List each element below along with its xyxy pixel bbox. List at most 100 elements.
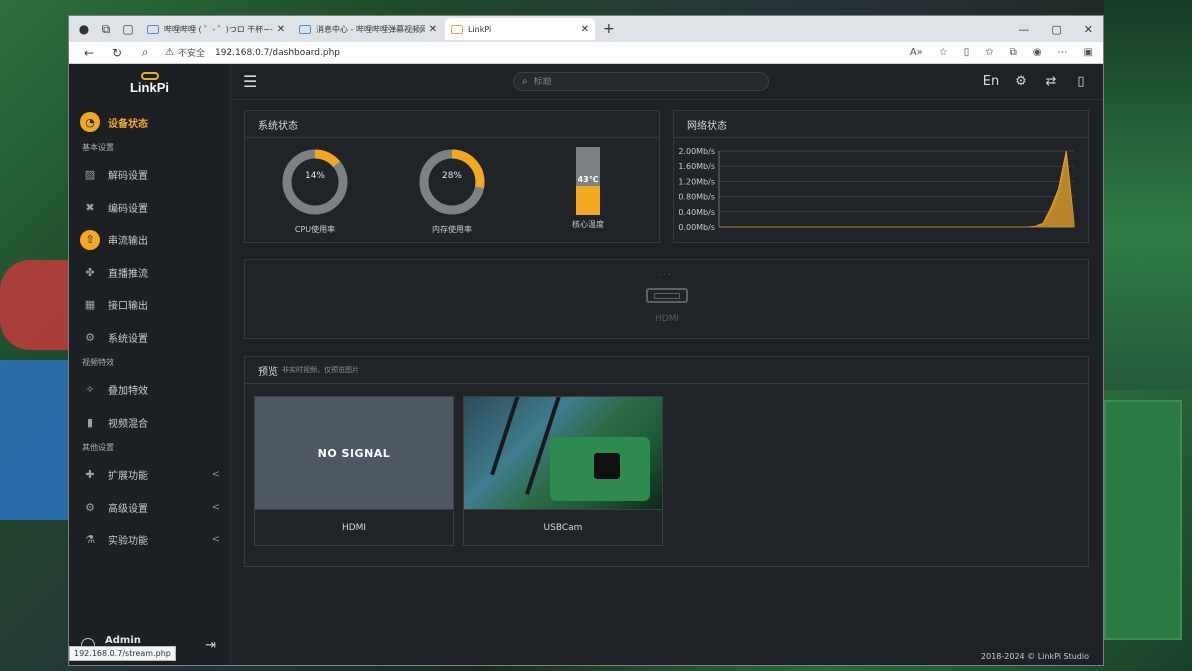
nav-group-title: 视频特效 — [82, 358, 114, 367]
sidebar-item-experimental[interactable]: ⚗ 实验功能 < — [69, 524, 230, 557]
browser-toolbar: A» ☆ ▯ ✩ ⧉ ◉ ⋯ ▣ — [910, 47, 1097, 58]
preview-thumb-hdmi[interactable]: NO SIGNAL HDMI — [254, 396, 454, 546]
language-button[interactable]: En — [981, 74, 1001, 89]
desktop-blue-object — [0, 360, 70, 520]
browser-tab-linkpi[interactable]: LinkPi ✕ — [445, 18, 595, 40]
close-tab-icon[interactable]: ✕ — [581, 24, 589, 35]
close-tab-icon[interactable]: ✕ — [277, 24, 285, 35]
puzzle-icon: ✚ — [85, 468, 95, 482]
search-box: ⌕ — [513, 72, 769, 91]
system-status-card: 系统状态 14% CPU使用率 28% 内存使用率 43℃ 核心温度 — [244, 110, 660, 243]
flask-icon: ⚗ — [85, 533, 95, 547]
image-icon: ▨ — [84, 168, 96, 182]
minimize-icon[interactable]: — — [1018, 23, 1029, 36]
warning-icon[interactable]: ⚠ — [165, 47, 174, 58]
window-controls: — ▢ ✕ — [1018, 23, 1103, 36]
chevron-left-icon: < — [211, 469, 220, 481]
hdmi-input-panel: ... HDMI — [244, 259, 1089, 339]
sidebar-item-device-status[interactable]: ◔ 设备状态 — [69, 106, 230, 139]
sidebar-item-interface-output[interactable]: ▦ 接口输出 — [69, 289, 230, 322]
upload-icon: ⇧ — [80, 229, 100, 250]
collections-icon[interactable]: ⧉ — [1010, 47, 1017, 58]
gauge-icon: ◔ — [80, 112, 100, 133]
refresh-icon[interactable]: ↻ — [103, 46, 131, 60]
browser-window: ● ⧉ ▢ 哔哩哔哩 ( ゜- ゜)つロ 干杯~-bilibili ✕ 消息中心… — [68, 15, 1104, 666]
sidebar-item-system-settings[interactable]: ⚙ 系统设置 — [69, 321, 230, 354]
sidebar-item-overlay-effects[interactable]: ✧ 叠加特效 — [69, 374, 230, 407]
gear-cross-icon: ✖ — [85, 200, 95, 214]
read-aloud-icon[interactable]: A» — [910, 47, 923, 58]
desktop-circuit-board — [1104, 400, 1182, 640]
usbcam-preview-image — [464, 397, 662, 509]
temperature-value: 43℃ — [577, 175, 599, 184]
logout-icon[interactable]: ⇥ — [205, 638, 216, 653]
sidebar-item-video-mix[interactable]: ▮ 视频混合 — [69, 406, 230, 439]
browser-tab-messages[interactable]: 消息中心 - 哔哩哔哩弹幕视频网 ✕ — [293, 18, 443, 40]
linkpi-favicon-icon — [451, 24, 463, 34]
chip-icon: ▦ — [84, 298, 96, 312]
preview-thumb-usbcam[interactable]: USBCam — [463, 396, 663, 546]
browser-profile-icon[interactable]: ● — [73, 18, 95, 40]
favorite-star-icon[interactable]: ☆ — [939, 47, 948, 58]
network-status-card: 网络状态 2.00Mb/s 1.60Mb/s 1.20Mb/s 0.80Mb/s 0.4… — [673, 110, 1089, 243]
url-field[interactable]: 192.168.0.7/dashboard.php — [215, 48, 340, 58]
linkpi-logo[interactable]: LinkPi — [69, 64, 230, 98]
workspaces-icon[interactable]: ⧉ — [95, 18, 117, 40]
browser-tab-bilibili[interactable]: 哔哩哔哩 ( ゜- ゜)つロ 干杯~-bilibili ✕ — [141, 18, 291, 40]
net-series-area-0 — [719, 150, 1075, 228]
more-menu-icon[interactable]: ⋯ — [1058, 47, 1068, 58]
close-tab-icon[interactable]: ✕ — [429, 24, 437, 35]
preview-title: 预览 非实时视频，仅预览图片 — [245, 357, 1088, 384]
fan-icon: ✤ — [85, 265, 95, 279]
sidebar-item-decode[interactable]: ▨ 解码设置 — [69, 159, 230, 192]
memory-ring — [419, 149, 485, 215]
net-y-tick-label: 1.20Mb/s — [678, 177, 715, 186]
linkpi-app: LinkPi ◔ 设备状态 基本设置 ▨ 解码设置 ✖ 编码设置 ⇧ 串流输出 … — [69, 64, 1103, 665]
sidebar-item-advanced[interactable]: ⚙ 高级设置 < — [69, 491, 230, 524]
new-tab-icon[interactable]: + — [603, 21, 615, 37]
sidebar-item-live-push[interactable]: ✤ 直播推流 — [69, 256, 230, 289]
favorites-icon[interactable]: ✩ — [985, 47, 993, 58]
cpu-ring — [282, 149, 348, 215]
top-bar-actions: En ⚙ ⇄ ▯ — [981, 74, 1091, 89]
preview-subtitle: 非实时视频，仅预览图片 — [282, 366, 359, 374]
sidebar-item-stream-output[interactable]: ⇧ 串流输出 — [69, 224, 230, 257]
split-screen-icon[interactable]: ▯ — [964, 47, 970, 58]
security-label[interactable]: 不安全 — [178, 46, 205, 59]
maximize-icon[interactable]: ▢ — [1051, 23, 1061, 36]
network-status-title: 网络状态 — [674, 111, 1088, 138]
close-window-icon[interactable]: ✕ — [1084, 23, 1093, 36]
search-input[interactable] — [533, 76, 734, 87]
tv-icon — [147, 24, 159, 34]
bar-chart-icon: ▮ — [86, 415, 94, 429]
settings-icon[interactable]: ⚙ — [1011, 74, 1031, 89]
power-icon[interactable]: ▯ — [1071, 74, 1091, 89]
temperature-label: 核心温度 — [572, 220, 604, 229]
temperature-fill — [576, 185, 600, 215]
gear-icon: ⚙ — [85, 330, 95, 344]
extensions-icon[interactable]: ◉ — [1033, 47, 1042, 58]
tab-actions-icon[interactable]: ▢ — [117, 18, 139, 40]
magic-icon: ✧ — [85, 383, 95, 397]
system-status-title: 系统状态 — [245, 111, 659, 138]
gears-icon: ⚙ — [85, 500, 95, 514]
search-page-icon[interactable]: ⌕ — [131, 45, 159, 60]
net-y-tick-label: 1.60Mb/s — [678, 162, 715, 171]
sidebar-item-extensions[interactable]: ✚ 扩展功能 < — [69, 459, 230, 492]
back-icon[interactable]: ← — [75, 46, 103, 60]
sidebar-nav: ◔ 设备状态 基本设置 ▨ 解码设置 ✖ 编码设置 ⇧ 串流输出 ✤ 直播推流 … — [69, 98, 230, 556]
browser-status-url: 192.168.0.7/stream.php — [69, 646, 176, 661]
swap-icon[interactable]: ⇄ — [1041, 74, 1061, 89]
search-icon: ⌕ — [522, 76, 528, 87]
no-signal-placeholder: NO SIGNAL — [255, 397, 453, 509]
sidebar-item-encode[interactable]: ✖ 编码设置 — [69, 191, 230, 224]
net-y-tick-label: 0.00Mb/s — [678, 223, 715, 232]
memory-gauge: 28% 内存使用率 — [412, 147, 492, 235]
hdmi-label: HDMI — [654, 314, 680, 324]
cpu-value: 14% — [304, 171, 325, 181]
preview-thumb-label: USBCam — [464, 509, 662, 546]
cpu-label: CPU使用率 — [294, 225, 336, 234]
sidebar-toggle-icon[interactable]: ▣ — [1084, 47, 1093, 58]
top-bar: ☰ ⌕ En ⚙ ⇄ ▯ — [231, 64, 1103, 100]
menu-icon[interactable]: ☰ — [243, 72, 263, 91]
